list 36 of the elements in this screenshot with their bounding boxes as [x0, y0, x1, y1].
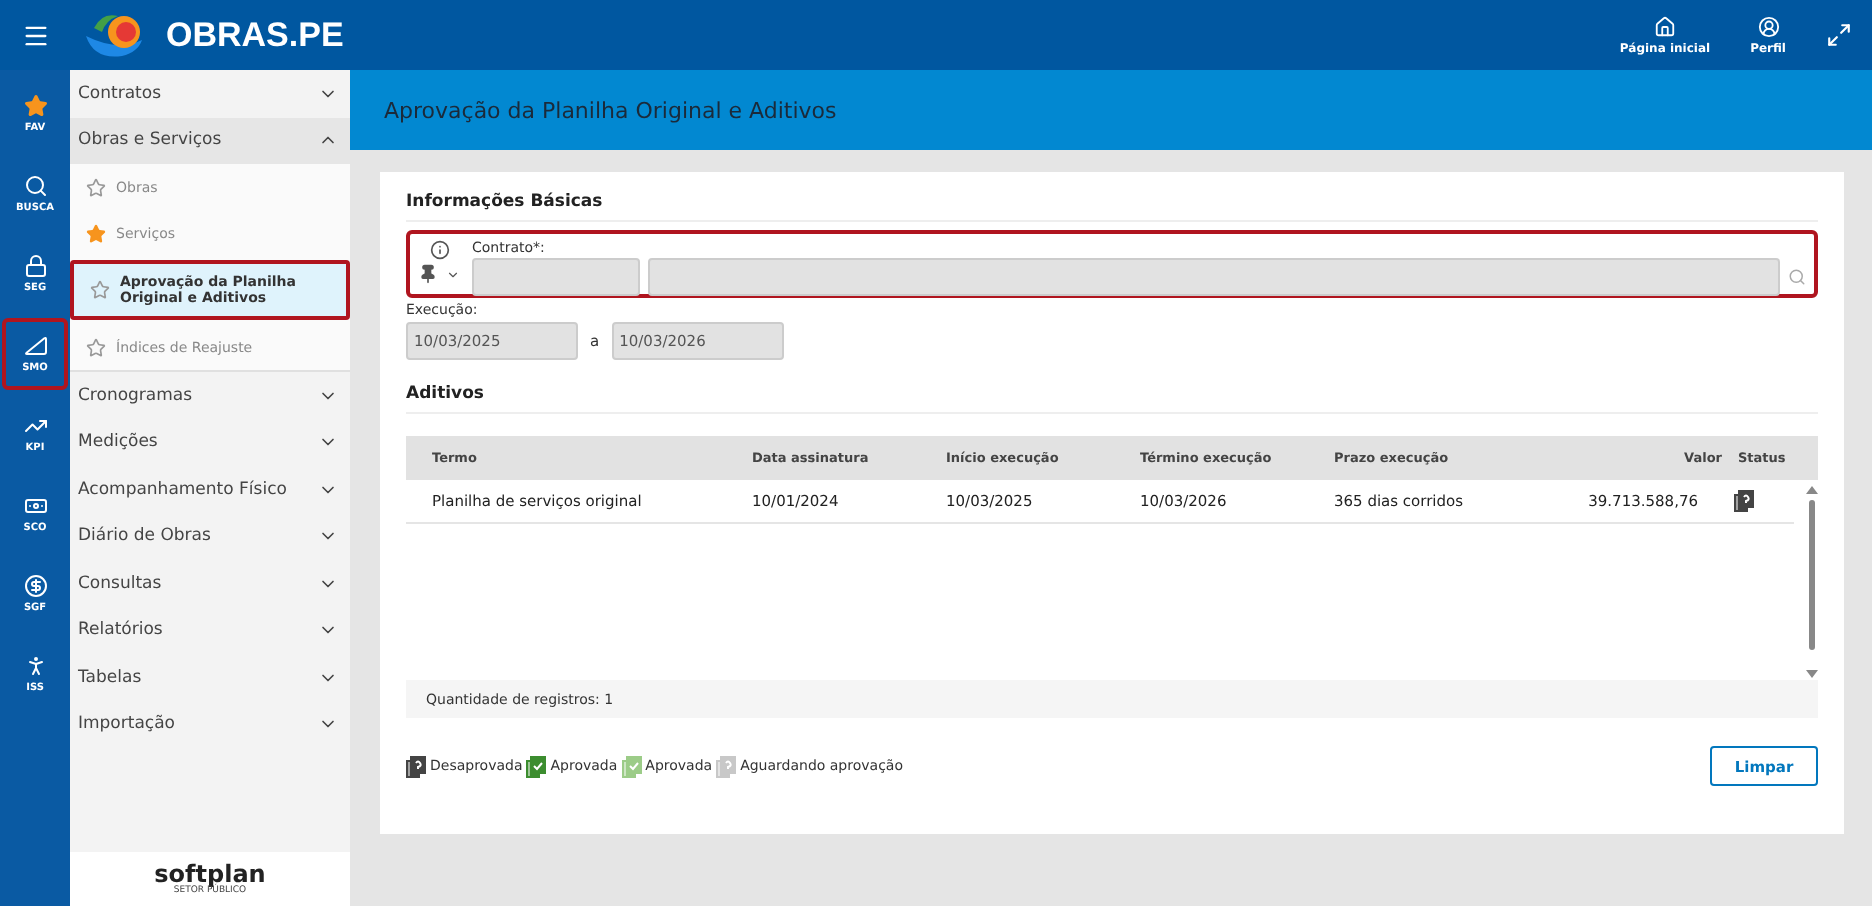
menu-group[interactable]: Relatórios — [70, 607, 350, 654]
section-title: Aditivos — [406, 384, 1818, 414]
section-title: Informações Básicas — [406, 192, 1818, 222]
menu-group[interactable]: Medições — [70, 419, 350, 466]
caret-icon[interactable] — [446, 267, 460, 281]
person-icon — [23, 654, 47, 678]
menu-group[interactable]: Obras e Serviços — [70, 117, 350, 164]
menu-group[interactable]: Acompanhamento Físico — [70, 466, 350, 513]
menu-group[interactable]: Cronogramas — [70, 372, 350, 419]
star-icon[interactable] — [86, 337, 106, 357]
brand-name: OBRAS.PE — [166, 15, 344, 55]
dollar-icon — [23, 574, 47, 598]
lock-icon — [23, 254, 47, 278]
pin-icon[interactable] — [418, 264, 438, 284]
expand-icon[interactable] — [1826, 22, 1852, 48]
star-icon[interactable] — [90, 280, 110, 300]
chart-icon — [23, 414, 47, 438]
star-icon[interactable] — [86, 177, 106, 197]
footer-brand: softplan — [154, 862, 266, 886]
ruler-icon — [23, 334, 47, 358]
search-icon — [23, 174, 47, 198]
search-icon[interactable] — [1788, 268, 1806, 286]
scrollbar[interactable] — [1806, 484, 1818, 680]
menu-group[interactable]: Diário de Obras — [70, 513, 350, 560]
menu-icon — [21, 21, 49, 49]
profile-icon — [1757, 15, 1780, 37]
menu-group[interactable]: Contratos — [70, 70, 350, 117]
star-icon — [23, 94, 47, 118]
menu-group[interactable]: Tabelas — [70, 654, 350, 701]
info-icon — [429, 240, 449, 260]
banknote-icon — [23, 494, 47, 518]
page-title: Aprovação da Planilha Original e Aditivos — [384, 97, 837, 123]
menu-group[interactable]: Importação — [70, 701, 350, 748]
home-icon — [1653, 15, 1676, 37]
star-icon[interactable] — [86, 223, 106, 243]
menu-group[interactable]: Consultas — [70, 560, 350, 607]
